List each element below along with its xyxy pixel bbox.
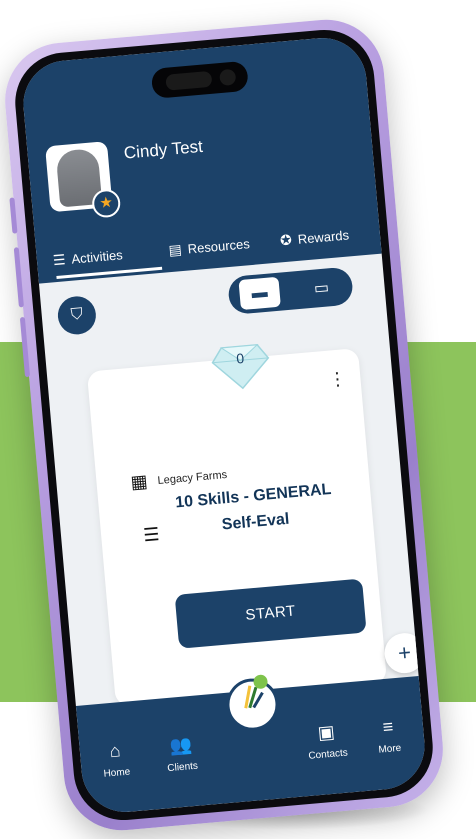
users-icon: 👥 xyxy=(168,734,193,756)
org-name: Legacy Farms xyxy=(157,468,228,487)
menu-icon: ≡ xyxy=(381,716,395,738)
user-name: Cindy Test xyxy=(123,136,204,163)
calendar-icon: ▭ xyxy=(313,279,330,298)
header: ★ Cindy Test ☰ Activities ▤ Resources ✪ … xyxy=(19,34,382,284)
nav-label: Clients xyxy=(166,760,199,775)
calendar-view-button[interactable]: ▭ xyxy=(300,271,342,304)
star-badge-icon: ★ xyxy=(91,188,122,219)
nav-label: Contacts xyxy=(307,747,349,762)
filter-icon: ⛉ xyxy=(70,305,84,324)
tab-resources[interactable]: ▤ Resources xyxy=(168,235,251,259)
tab-rewards[interactable]: ✪ Rewards xyxy=(279,226,349,249)
nav-clients[interactable]: 👥 Clients xyxy=(151,732,212,775)
org-row: ▦ Legacy Farms xyxy=(130,464,228,493)
clipboard-icon: ▤ xyxy=(167,241,183,259)
volume-up-button xyxy=(13,247,24,308)
add-button[interactable]: + xyxy=(382,631,427,675)
filter-button[interactable]: ⛉ xyxy=(56,294,98,336)
list-view-button[interactable]: ▬ xyxy=(238,276,281,311)
list-icon: ☰ xyxy=(142,524,161,546)
diamond-icon: 0 xyxy=(209,340,273,393)
building-icon: ▦ xyxy=(129,470,149,493)
tab-label: Resources xyxy=(187,236,251,257)
nav-label: Home xyxy=(103,766,131,780)
phone-frame: ★ Cindy Test ☰ Activities ▤ Resources ✪ … xyxy=(0,14,448,836)
volume-down-button xyxy=(19,316,31,378)
side-button xyxy=(9,197,18,234)
nav-more[interactable]: ≡ More xyxy=(358,714,419,757)
home-icon: ⌂ xyxy=(108,740,122,762)
tab-label: Activities xyxy=(70,247,124,267)
list-view-icon: ▬ xyxy=(250,283,269,303)
start-button[interactable]: START xyxy=(174,578,367,649)
chat-icon: ▣ xyxy=(316,721,336,743)
nav-contacts[interactable]: ▣ Contacts xyxy=(296,720,357,763)
sliders-icon: ☰ xyxy=(52,251,67,269)
view-toggle: ▬ ▭ xyxy=(227,266,354,316)
tab-label: Rewards xyxy=(297,227,350,247)
app-screen: ★ Cindy Test ☰ Activities ▤ Resources ✪ … xyxy=(19,34,429,816)
activity-card: 0 ⋮ ▦ Legacy Farms ☰ 10 Skills - GENERAL… xyxy=(86,344,388,707)
avatar[interactable]: ★ xyxy=(45,141,122,219)
award-icon: ✪ xyxy=(279,231,293,249)
nav-home[interactable]: ⌂ Home xyxy=(85,738,146,781)
dynamic-island xyxy=(150,60,249,99)
phone-mockup: ★ Cindy Test ☰ Activities ▤ Resources ✪ … xyxy=(0,0,476,839)
nav-label: More xyxy=(378,742,402,756)
more-options-icon[interactable]: ⋮ xyxy=(328,368,348,389)
tab-activities[interactable]: ☰ Activities xyxy=(52,246,123,269)
phone-bezel: ★ Cindy Test ☰ Activities ▤ Resources ✪ … xyxy=(11,25,437,825)
